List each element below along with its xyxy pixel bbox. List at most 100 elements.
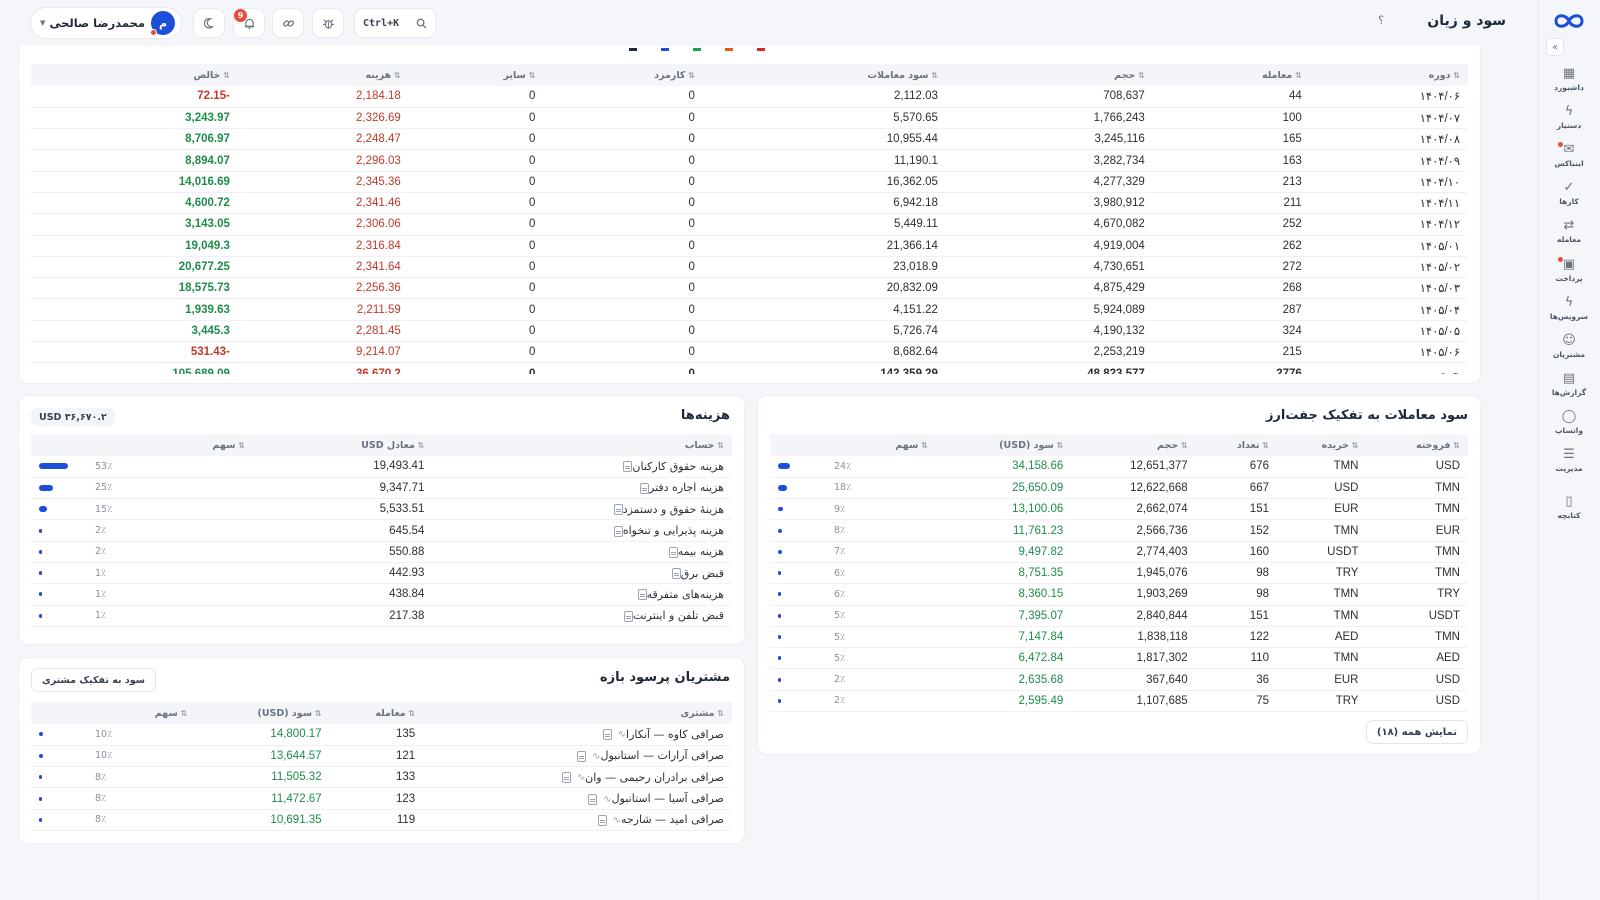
table-row[interactable]: ۱۴۰۴/۰۷ 100 1,766,243 5,570.65 0 0 2,326.69 3,2…	[31, 107, 1468, 130]
collapse-sidebar-button[interactable]: «	[1546, 38, 1564, 56]
table-row[interactable]: USD EUR 36 367,640 2,635.68 2٪	[770, 668, 1468, 691]
document-icon[interactable]	[671, 568, 681, 580]
account-cell[interactable]: قبض تلفن و اینترنت	[432, 605, 732, 627]
sidebar-item-0[interactable]: ▦ داشبورد	[1541, 60, 1597, 98]
column-header[interactable]: ⇅ معامله	[329, 702, 424, 724]
table-row[interactable]: ۱۴۰۴/۰۶ 44 708,637 2,112.03 0 0 2,184.18 -72.15	[31, 86, 1468, 108]
table-row[interactable]: قبض تلفن و اینترنت 217.38 1٪	[31, 605, 732, 627]
document-icon[interactable]	[668, 546, 678, 558]
column-header[interactable]: ⇅ حجم	[1071, 434, 1196, 456]
sidebar-item-3[interactable]: ✓ کارها	[1541, 174, 1597, 212]
document-icon[interactable]	[561, 772, 571, 784]
column-header[interactable]: ⇅ هزینه	[237, 64, 409, 86]
sidebar-item-10[interactable]: ☰ مدیریت	[1541, 441, 1597, 479]
column-header[interactable]: ⇅ سهم	[31, 434, 253, 456]
column-header[interactable]: ⇅ خالص	[31, 64, 238, 86]
document-icon[interactable]	[577, 750, 587, 762]
column-header[interactable]: ⇅ مشتری	[423, 702, 732, 724]
document-icon[interactable]	[613, 525, 623, 537]
table-row[interactable]: ۱۴۰۵/۰۵ 324 4,190,132 5,726.74 0 0 2,281.45 3,4…	[31, 320, 1468, 343]
column-header[interactable]: ⇅ خریده	[1276, 434, 1367, 456]
column-header[interactable]: ⇅ تعداد	[1195, 434, 1277, 456]
sidebar-item-5[interactable]: ▣ پرداخت	[1541, 251, 1597, 289]
table-row[interactable]: هزینه حقوق کارکنان 19,493.41 53٪	[31, 456, 732, 478]
table-row[interactable]: ۱۴۰۵/۰۶ 215 2,253,219 8,682.64 0 0 9,214.07 -53…	[31, 341, 1468, 364]
table-row[interactable]: هزینه اجاره دفتر 9,347.71 25٪	[31, 477, 732, 500]
document-icon[interactable]	[640, 482, 650, 494]
bug-report-button[interactable]	[312, 8, 344, 38]
table-row[interactable]: EUR TMN 152 2,566,736 11,761.23 8٪	[770, 519, 1468, 542]
activity-icon[interactable]: ∿	[603, 794, 611, 805]
account-cell[interactable]: هزینه بیمه	[432, 541, 732, 563]
document-icon[interactable]	[623, 610, 633, 622]
column-header[interactable]: ⇅ حجم	[945, 64, 1153, 86]
table-row[interactable]: صرافی کاوه — آنکارا∿ 135 14,800.17 10٪	[31, 724, 732, 746]
document-icon[interactable]	[588, 793, 598, 805]
search-button[interactable]: Ctrl+K	[354, 8, 436, 38]
column-header[interactable]: ⇅ سود (USD)	[935, 434, 1072, 456]
sidebar-item-7[interactable]: ☺ مشتریان	[1541, 327, 1597, 365]
sidebar-item-1[interactable]: ϟ دستیار	[1541, 98, 1597, 136]
user-menu-button[interactable]: ▼ محمدرضا صالحی م	[30, 7, 182, 39]
table-row[interactable]: ۱۴۰۵/۰۴ 287 5,924,089 4,151.22 0 0 2,211.59 1,9…	[31, 298, 1468, 321]
table-row[interactable]: ۱۴۰۴/۱۰ 213 4,277,329 16,362.05 0 0 2,345.36 14…	[31, 171, 1468, 193]
column-header[interactable]: ⇅ کارمزد	[543, 64, 703, 86]
account-cell[interactable]: هزینه حقوق کارکنان	[432, 456, 732, 478]
profit-by-customer-button[interactable]: سود به تفکیک مشتری	[31, 668, 157, 692]
document-icon[interactable]	[602, 729, 612, 741]
customer-cell[interactable]: صرافی آرارات — استانبول∿	[423, 745, 732, 768]
table-row[interactable]: ۱۴۰۵/۰۱ 262 4,919,004 21,366.14 0 0 2,316.84 19…	[31, 235, 1468, 257]
table-row[interactable]: ۱۴۰۴/۰۸ 165 3,245,116 10,955.44 0 0 2,248.47 8,…	[31, 128, 1468, 151]
table-row[interactable]: هزینه پذیرایی و تنخواه 645.54 2٪	[31, 519, 732, 542]
sidebar-item-9[interactable]: ◯ واتساپ	[1541, 403, 1597, 441]
account-cell[interactable]: هزینه‌های متفرقه	[432, 583, 732, 606]
table-row[interactable]: ۱۴۰۴/۰۹ 163 3,282,734 11,190.1 0 0 2,296.03 8,8…	[31, 149, 1468, 172]
table-row[interactable]: TMN USD 667 12,622,668 25,650.09 18٪	[770, 477, 1468, 500]
theme-toggle-button[interactable]	[193, 8, 225, 38]
customer-cell[interactable]: صرافی کاوه — آنکارا∿	[423, 724, 732, 746]
sidebar-item-4[interactable]: ⇄ معامله	[1541, 212, 1597, 250]
table-row[interactable]: ۱۴۰۴/۱۲ 252 4,670,082 5,449.11 0 0 2,306.06 3,1…	[31, 213, 1468, 236]
table-row[interactable]: TMN USDT 160 2,774,403 9,497.82 7٪	[770, 541, 1468, 563]
account-cell[interactable]: هزینه پذیرایی و تنخواه	[432, 519, 732, 542]
column-header[interactable]: ⇅ معامله	[1152, 64, 1310, 86]
sidebar-item-2[interactable]: ✉ اینباکس	[1541, 136, 1597, 174]
column-header[interactable]: ⇅ دوره	[1309, 64, 1468, 86]
table-row[interactable]: TMN AED 122 1,838,118 7,147.84 5٪	[770, 626, 1468, 649]
table-row[interactable]: USD TRY 75 1,107,685 2,595.49 2٪	[770, 690, 1468, 713]
table-row[interactable]: TRY TMN 98 1,903,269 8,360.15 6٪	[770, 583, 1468, 606]
table-row[interactable]: TMN TRY 98 1,945,076 8,751.35 6٪	[770, 562, 1468, 585]
document-icon[interactable]	[613, 504, 623, 516]
table-row[interactable]: جمع277648,823,577142,359.290036,670.2105…	[31, 362, 1468, 374]
table-row[interactable]: صرافی آرارات — استانبول∿ 121 13,644.57 10٪	[31, 745, 732, 768]
table-row[interactable]: هزینه بیمه 550.88 2٪	[31, 541, 732, 563]
table-row[interactable]: ۱۴۰۵/۰۲ 272 4,730,651 23,018.9 0 0 2,341.64 20,…	[31, 256, 1468, 279]
account-cell[interactable]: هزینهٔ حقوق و دستمزد	[432, 498, 732, 521]
activity-icon[interactable]: ∿	[577, 772, 585, 783]
column-header[interactable]: ⇅ سود (USD)	[195, 702, 330, 724]
table-row[interactable]: USDT TMN 151 2,840,844 7,395.07 5٪	[770, 605, 1468, 627]
table-row[interactable]: AED TMN 110 1,817,302 6,472.84 5٪	[770, 647, 1468, 670]
show-all-button[interactable]: نمایش همه (۱۸)	[1365, 720, 1468, 744]
customer-cell[interactable]: صرافی برادران رحیمی — وان∿	[423, 766, 732, 789]
table-row[interactable]: هزینه‌های متفرقه 438.84 1٪	[31, 583, 732, 606]
customer-cell[interactable]: صرافی امید — شارجه∿	[423, 809, 732, 831]
column-header[interactable]: ⇅ سهم	[770, 434, 936, 456]
table-row[interactable]: صرافی امید — شارجه∿ 119 10,691.35 8٪	[31, 809, 732, 831]
document-icon[interactable]	[623, 461, 633, 473]
table-row[interactable]: هزینهٔ حقوق و دستمزد 5,533.51 15٪	[31, 498, 732, 521]
column-header[interactable]: ⇅ معادل USD	[252, 434, 433, 456]
document-icon[interactable]	[637, 589, 647, 601]
account-cell[interactable]: هزینه اجاره دفتر	[432, 477, 732, 500]
account-cell[interactable]: قبض برق	[432, 562, 732, 585]
table-row[interactable]: صرافی برادران رحیمی — وان∿ 133 11,505.32 8٪	[31, 766, 732, 789]
document-icon[interactable]	[597, 814, 607, 826]
customer-cell[interactable]: صرافی آسیا — استانبول∿	[423, 787, 732, 810]
table-row[interactable]: قبض برق 442.93 1٪	[31, 562, 732, 585]
copy-link-button[interactable]	[272, 8, 304, 38]
table-row[interactable]: ۱۴۰۵/۰۳ 268 4,875,429 20,832.09 0 0 2,256.36 18…	[31, 277, 1468, 300]
column-header[interactable]: ⇅ سود معاملات	[702, 64, 946, 86]
sidebar-item-8[interactable]: ▤ گزارش‌ها	[1541, 365, 1597, 403]
pnl-table-scroll[interactable]: ⇅ دوره ⇅ معامله ⇅ حجم ⇅ سود معاملات ⇅ کارمزد…	[31, 64, 1468, 374]
activity-icon[interactable]: ∿	[618, 729, 626, 740]
